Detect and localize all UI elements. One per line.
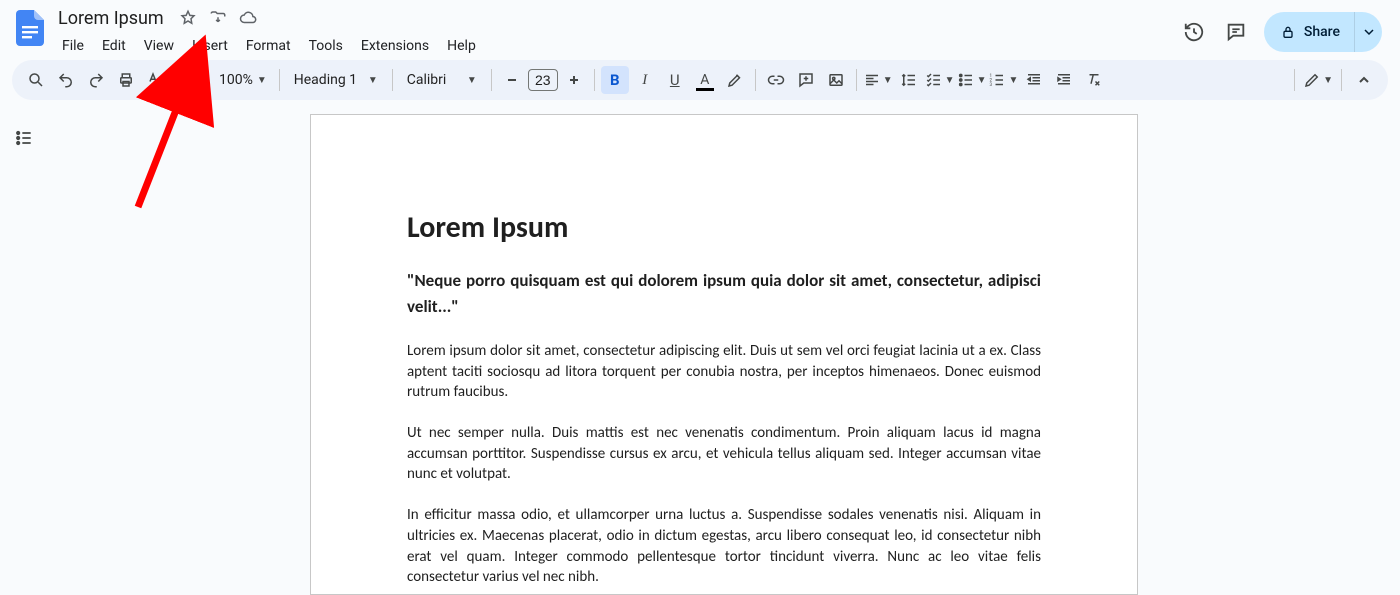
toolbar: 100%▼ Heading 1▼ Calibri▼ B I U A ▼ ▼ ▼ …	[12, 60, 1388, 100]
increase-font-size-button[interactable]	[560, 66, 588, 94]
separator	[856, 69, 857, 91]
editing-mode-button[interactable]: ▼	[1303, 66, 1333, 94]
font-family-select[interactable]: Calibri▼	[399, 72, 485, 88]
zoom-select[interactable]: 100%▼	[213, 72, 273, 88]
print-icon[interactable]	[112, 66, 140, 94]
menu-extensions[interactable]: Extensions	[353, 34, 437, 58]
spellcheck-icon[interactable]	[142, 66, 170, 94]
bold-button[interactable]: B	[601, 66, 629, 94]
clear-formatting-button[interactable]	[1080, 66, 1108, 94]
separator	[206, 69, 207, 91]
share-label: Share	[1304, 24, 1340, 40]
separator	[1341, 69, 1342, 91]
share-button-group: Share	[1264, 12, 1382, 52]
separator	[755, 69, 756, 91]
separator	[392, 69, 393, 91]
doc-paragraph[interactable]: Ut nec semper nulla. Duis mattis est nec…	[407, 423, 1041, 485]
menu-file[interactable]: File	[54, 34, 92, 58]
lock-icon	[1280, 24, 1296, 40]
undo-icon[interactable]	[52, 66, 80, 94]
highlight-color-button[interactable]	[721, 66, 749, 94]
caret-down-icon: ▼	[1323, 75, 1333, 86]
menu-tools[interactable]: Tools	[301, 34, 351, 58]
move-icon[interactable]	[208, 8, 228, 28]
caret-down-icon: ▼	[1008, 75, 1018, 86]
caret-down-icon: ▼	[368, 75, 378, 86]
docs-logo[interactable]	[12, 10, 48, 46]
insert-link-icon[interactable]	[762, 66, 790, 94]
redo-icon[interactable]	[82, 66, 110, 94]
search-icon[interactable]	[22, 66, 50, 94]
document-outline-icon[interactable]	[10, 124, 38, 152]
svg-text:3: 3	[990, 82, 993, 88]
separator	[279, 69, 280, 91]
underline-button[interactable]: U	[661, 66, 689, 94]
star-icon[interactable]	[178, 8, 198, 28]
text-color-button[interactable]: A	[691, 66, 719, 94]
share-button[interactable]: Share	[1264, 12, 1354, 52]
font-size-group	[498, 66, 588, 94]
separator	[491, 69, 492, 91]
document-page[interactable]: Lorem Ipsum "Neque porro quisquam est qu…	[310, 114, 1138, 595]
numbered-list-button[interactable]: 123▼	[988, 66, 1018, 94]
left-rail	[0, 100, 48, 595]
increase-indent-button[interactable]	[1050, 66, 1078, 94]
menu-view[interactable]: View	[136, 34, 182, 58]
caret-down-icon: ▼	[977, 75, 987, 86]
caret-down-icon: ▼	[883, 75, 893, 86]
canvas[interactable]: Lorem Ipsum "Neque porro quisquam est qu…	[48, 100, 1400, 595]
doc-paragraph[interactable]: Lorem ipsum dolor sit amet, consectetur …	[407, 341, 1041, 403]
add-comment-icon[interactable]	[792, 66, 820, 94]
app-header: Lorem Ipsum File Edit View Insert Format…	[0, 0, 1400, 56]
menu-bar: File Edit View Insert Format Tools Exten…	[54, 32, 484, 60]
checklist-button[interactable]: ▼	[925, 66, 955, 94]
toolbar-wrap: 100%▼ Heading 1▼ Calibri▼ B I U A ▼ ▼ ▼ …	[0, 56, 1400, 100]
separator	[1294, 69, 1295, 91]
menu-help[interactable]: Help	[439, 34, 484, 58]
caret-down-icon: ▼	[945, 75, 955, 86]
comments-icon[interactable]	[1222, 18, 1250, 46]
doc-subheading[interactable]: "Neque porro quisquam est qui dolorem ip…	[407, 268, 1041, 319]
collapse-toolbar-button[interactable]	[1350, 66, 1378, 94]
font-size-input[interactable]	[528, 69, 558, 91]
header-actions: Share	[1180, 12, 1388, 52]
share-caret[interactable]	[1354, 12, 1382, 52]
insert-image-icon[interactable]	[822, 66, 850, 94]
doc-paragraph[interactable]: In efficitur massa odio, et ullamcorper …	[407, 505, 1041, 588]
decrease-font-size-button[interactable]	[498, 66, 526, 94]
document-title[interactable]: Lorem Ipsum	[54, 8, 168, 29]
decrease-indent-button[interactable]	[1020, 66, 1048, 94]
caret-down-icon: ▼	[257, 75, 267, 86]
doc-heading[interactable]: Lorem Ipsum	[407, 209, 1041, 246]
caret-down-icon: ▼	[467, 75, 477, 86]
align-button[interactable]: ▼	[863, 66, 893, 94]
cloud-status-icon[interactable]	[238, 8, 258, 28]
separator	[594, 69, 595, 91]
italic-button[interactable]: I	[631, 66, 659, 94]
menu-insert[interactable]: Insert	[184, 34, 236, 58]
history-icon[interactable]	[1180, 18, 1208, 46]
bulleted-list-button[interactable]: ▼	[957, 66, 987, 94]
title-area: Lorem Ipsum File Edit View Insert Format…	[54, 6, 484, 60]
line-spacing-button[interactable]	[895, 66, 923, 94]
workspace: Lorem Ipsum "Neque porro quisquam est qu…	[0, 100, 1400, 595]
paragraph-style-select[interactable]: Heading 1▼	[286, 72, 386, 88]
paint-format-icon[interactable]	[172, 66, 200, 94]
menu-edit[interactable]: Edit	[94, 34, 134, 58]
menu-format[interactable]: Format	[238, 34, 299, 58]
